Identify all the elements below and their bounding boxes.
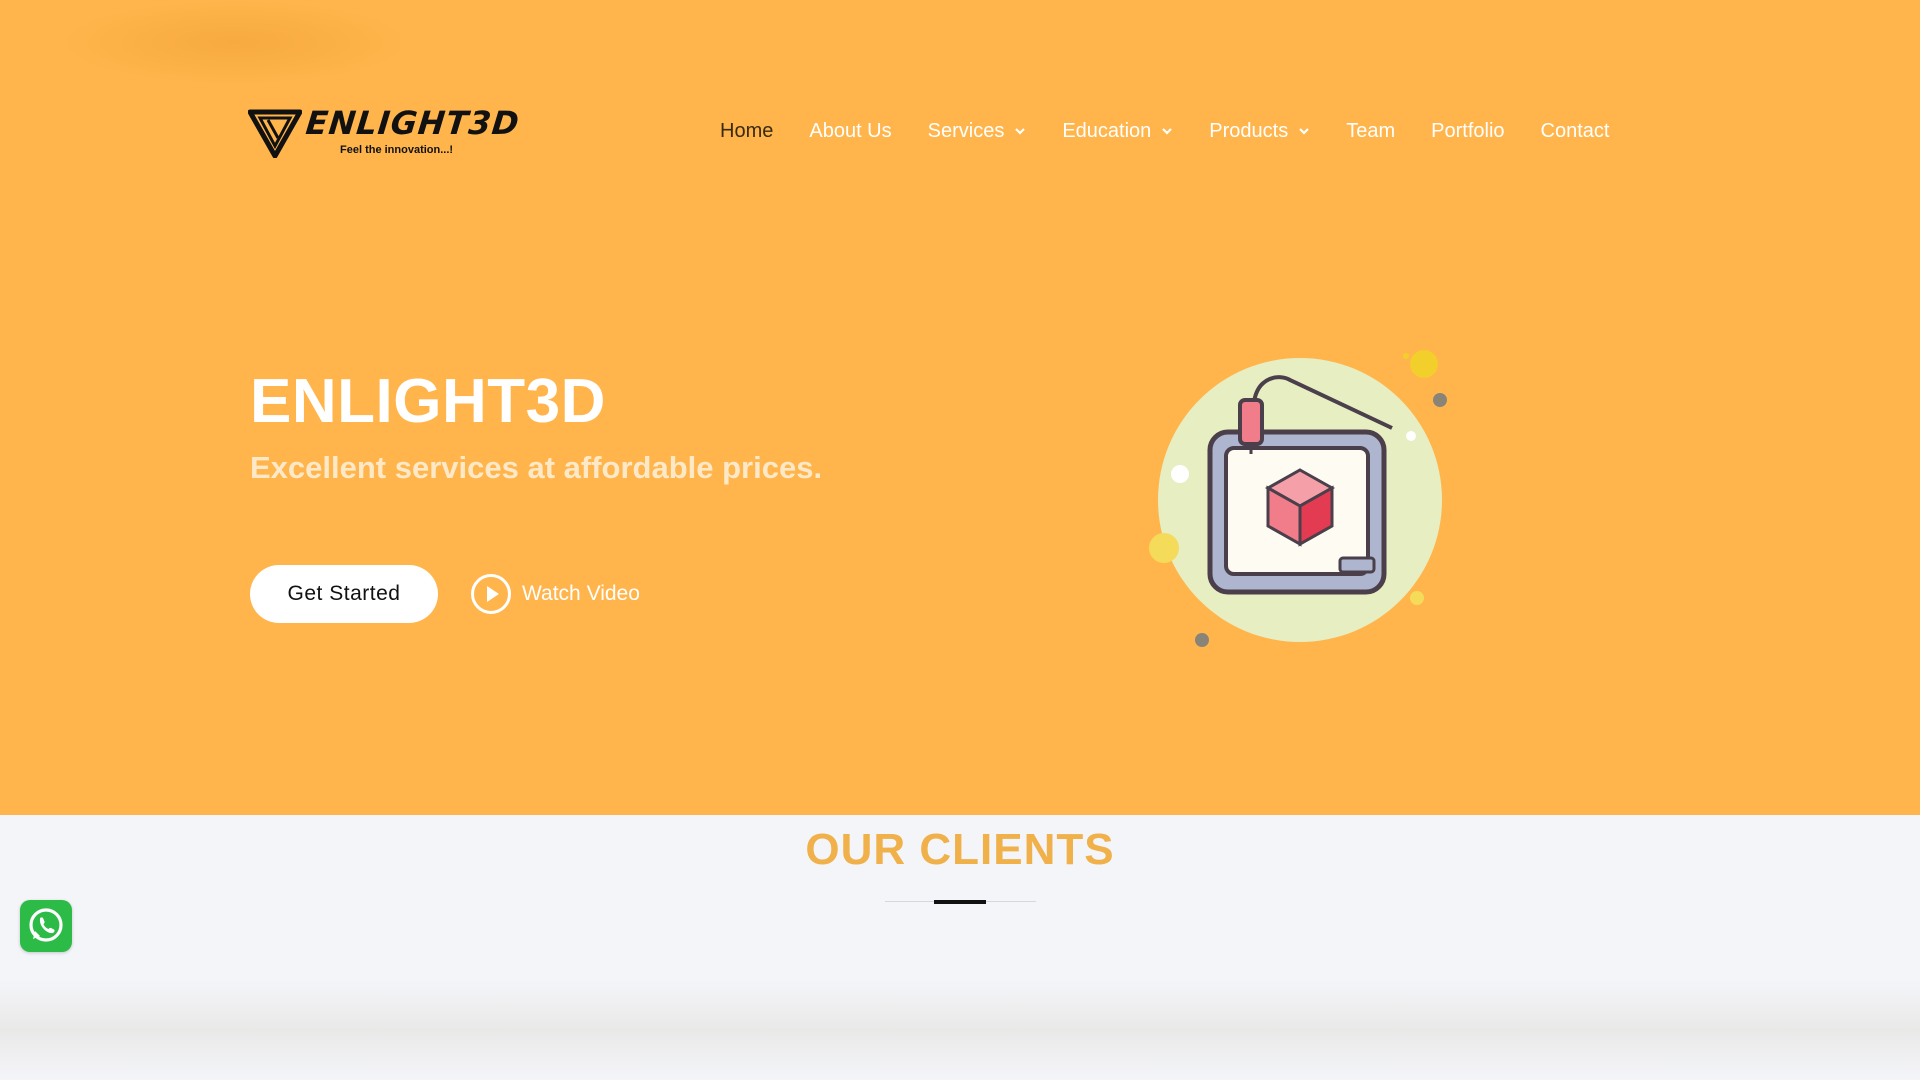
nav-label: Team	[1346, 119, 1396, 142]
nav-services[interactable]: Services	[928, 120, 1027, 143]
nav-education[interactable]: Education	[1062, 120, 1173, 143]
clients-section-title: OUR CLIENTS	[805, 825, 1115, 874]
logo-triangle-icon	[248, 109, 302, 158]
whatsapp-button[interactable]	[20, 900, 72, 952]
logo-wordmark: ENLIGHT3D	[304, 104, 522, 142]
watch-video-link[interactable]: Watch Video	[470, 572, 640, 616]
nav-label: Services	[927, 119, 1005, 142]
main-nav: Home About Us Services Education Product…	[720, 116, 1645, 146]
title-divider-accent	[934, 900, 986, 904]
nav-portfolio[interactable]: Portfolio	[1431, 120, 1504, 143]
logo-tagline: Feel the innovation...!	[340, 144, 454, 156]
nav-label: Home	[720, 119, 774, 142]
site-logo[interactable]: ENLIGHT3D Feel the innovation...!	[248, 104, 522, 164]
hero-title: ENLIGHT3D	[250, 367, 606, 436]
nav-team[interactable]: Team	[1346, 120, 1395, 143]
play-circle-icon	[471, 574, 511, 614]
chevron-down-icon	[1162, 128, 1173, 135]
3d-printer-icon	[1149, 350, 1447, 647]
nav-label: Contact	[1540, 119, 1610, 142]
chevron-down-icon	[1015, 128, 1026, 135]
whatsapp-icon	[29, 908, 63, 942]
nav-label: Portfolio	[1431, 119, 1505, 142]
chevron-down-icon	[1299, 128, 1310, 135]
get-started-button[interactable]: Get Started	[250, 565, 438, 623]
hero-section: ENLIGHT3D Feel the innovation...! Home A…	[0, 0, 1920, 815]
nav-contact[interactable]: Contact	[1541, 120, 1610, 143]
hero-subtitle: Excellent services at affordable prices.	[250, 450, 823, 485]
clients-carousel-fade	[0, 980, 1920, 1080]
nav-home[interactable]: Home	[720, 120, 773, 143]
hero-blur-decoration	[60, 0, 410, 85]
nav-label: Products	[1209, 119, 1289, 142]
nav-about-us[interactable]: About Us	[809, 120, 891, 143]
watch-video-label: Watch Video	[522, 582, 640, 605]
nav-label: Education	[1062, 119, 1152, 142]
nav-label: About Us	[809, 119, 892, 142]
nav-products[interactable]: Products	[1209, 120, 1310, 143]
